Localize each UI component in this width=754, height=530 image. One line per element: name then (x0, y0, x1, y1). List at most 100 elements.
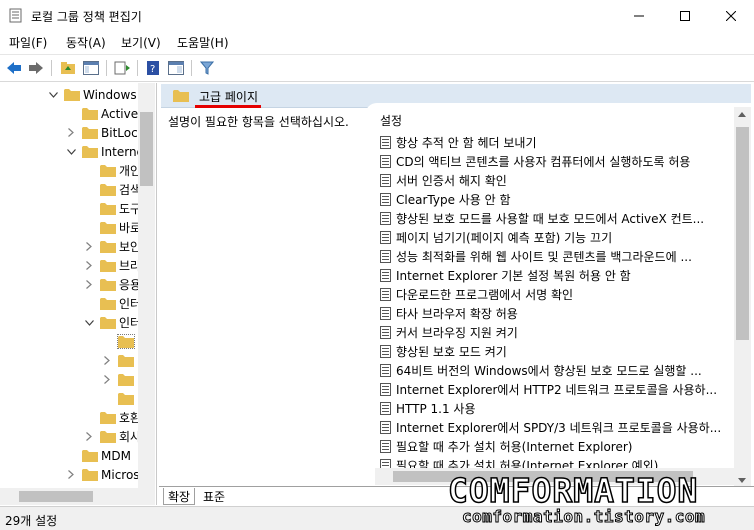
tree-item[interactable]: 도구 (84, 199, 141, 218)
policy-setting-icon (380, 231, 391, 244)
chevron-right-icon[interactable] (84, 242, 94, 252)
menu-help[interactable]: 도움말(H) (177, 34, 229, 51)
setting-row[interactable]: 항상 추적 안 함 헤더 보내기 (380, 133, 537, 152)
tree-item[interactable]: Windows (48, 85, 137, 104)
setting-row[interactable]: 페이지 넘기기(페이지 예측 포함) 기능 끄기 (380, 228, 612, 247)
scroll-thumb[interactable] (19, 491, 93, 502)
help-button[interactable]: ? (143, 58, 163, 78)
folder-icon (82, 469, 98, 481)
tree-item[interactable]: 응용 (84, 275, 141, 294)
tree-item[interactable] (102, 370, 137, 389)
chevron-down-icon[interactable] (84, 318, 94, 328)
forward-button[interactable] (26, 58, 46, 78)
policy-setting-icon (380, 193, 391, 206)
tree-item[interactable]: 인터 (84, 313, 141, 332)
setting-row[interactable]: 서버 인증서 해지 확인 (380, 171, 507, 190)
tree-item[interactable]: ActiveX (66, 104, 146, 123)
minimize-button[interactable] (616, 0, 662, 31)
setting-row[interactable]: 타사 브라우저 확장 허용 (380, 304, 518, 323)
tree-item[interactable]: 검색 (84, 180, 141, 199)
tab-extended[interactable]: 확장 (163, 488, 196, 505)
folder-icon (118, 374, 134, 386)
chevron-right-icon[interactable] (66, 128, 76, 138)
policy-setting-icon (380, 250, 391, 263)
action-pane-button[interactable] (166, 58, 186, 78)
menu-file[interactable]: 파일(F) (9, 34, 47, 51)
setting-label: Internet Explorer 기본 설정 복원 허용 안 함 (396, 269, 631, 283)
tree-item[interactable] (102, 332, 137, 351)
menu-view[interactable]: 보기(V) (121, 34, 161, 51)
setting-row[interactable]: Internet Explorer에서 SPDY/3 네트워크 프로토콜을 사용… (380, 418, 721, 437)
chevron-right-icon[interactable] (84, 261, 94, 271)
show-hide-tree-button[interactable] (81, 58, 101, 78)
maximize-button[interactable] (662, 0, 708, 31)
tree-item[interactable]: Micros (66, 465, 140, 484)
chevron-down-icon[interactable] (66, 147, 76, 157)
tree-horizontal-scrollbar[interactable] (0, 488, 155, 505)
tree-item[interactable]: MDM (66, 446, 131, 465)
close-button[interactable] (708, 0, 754, 31)
folder-icon (100, 279, 116, 291)
tree-item[interactable]: 회사 (84, 427, 141, 446)
setting-row[interactable]: ClearType 사용 안 함 (380, 190, 511, 209)
up-one-level-button[interactable] (58, 58, 78, 78)
settings-vertical-scrollbar[interactable] (734, 107, 751, 488)
tree-item[interactable]: 바로 (84, 218, 141, 237)
scroll-thumb[interactable] (393, 471, 693, 482)
scroll-up-icon[interactable] (738, 112, 746, 117)
setting-row[interactable]: 필요할 때 추가 설치 허용(Internet Explorer) (380, 437, 632, 456)
scroll-thumb[interactable] (140, 112, 153, 186)
setting-label: 향상된 보호 모드 켜기 (396, 345, 507, 359)
folder-icon (82, 127, 98, 139)
tree-item[interactable]: Interne (66, 142, 144, 161)
setting-row[interactable]: HTTP 1.1 사용 (380, 399, 476, 418)
toolbar-separator (51, 60, 52, 76)
setting-label: 향상된 보호 모드를 사용할 때 보호 모드에서 ActiveX 컨트... (396, 212, 705, 226)
tree-item[interactable]: 브라 (84, 256, 141, 275)
setting-row[interactable]: 커서 브라우징 지원 켜기 (380, 323, 518, 342)
setting-row[interactable]: 향상된 보호 모드 켜기 (380, 342, 507, 361)
column-header-setting[interactable]: 설정 (380, 112, 402, 129)
status-bar: 29개 설정 (0, 506, 754, 530)
settings-horizontal-scrollbar[interactable] (375, 468, 734, 485)
setting-row[interactable]: 64비트 버전의 Windows에서 향상된 보호 모드로 실행할 ... (380, 361, 702, 380)
svg-text:?: ? (150, 64, 155, 75)
policy-setting-icon (380, 288, 391, 301)
setting-row[interactable]: Internet Explorer에서 HTTP2 네트워크 프로토콜을 사용하… (380, 380, 717, 399)
folder-icon (100, 317, 116, 329)
chevron-right-icon[interactable] (66, 470, 76, 480)
tree-item[interactable] (102, 389, 137, 408)
setting-row[interactable]: Internet Explorer 기본 설정 복원 허용 안 함 (380, 266, 631, 285)
toolbar-separator (106, 60, 107, 76)
setting-row[interactable]: 성능 최적화를 위해 웹 사이트 및 콘텐츠를 백그라운드에 ... (380, 247, 692, 266)
tree-item[interactable]: 개인 (84, 161, 141, 180)
tree-item[interactable]: BitLock (66, 123, 145, 142)
setting-row[interactable]: CD의 액티브 콘텐츠를 사용자 컴퓨터에서 실행하도록 허용 (380, 152, 690, 171)
scroll-thumb[interactable] (736, 127, 749, 340)
export-list-button[interactable] (112, 58, 132, 78)
setting-label: 64비트 버전의 Windows에서 향상된 보호 모드로 실행할 ... (396, 364, 702, 378)
scroll-down-icon[interactable] (738, 478, 746, 483)
chevron-right-icon[interactable] (84, 432, 94, 442)
chevron-down-icon[interactable] (48, 90, 58, 100)
setting-label: 다운로드한 프로그램에서 서명 확인 (396, 288, 574, 302)
tree-item[interactable]: 인터 (84, 294, 141, 313)
setting-row[interactable]: 다운로드한 프로그램에서 서명 확인 (380, 285, 573, 304)
tree-item[interactable]: 보안 (84, 237, 141, 256)
chevron-right-icon[interactable] (84, 280, 94, 290)
chevron-right-icon[interactable] (102, 375, 112, 385)
filter-button[interactable] (197, 58, 217, 78)
tree-item[interactable]: 호환 (84, 408, 141, 427)
setting-row[interactable]: 향상된 보호 모드를 사용할 때 보호 모드에서 ActiveX 컨트... (380, 209, 704, 228)
tree-vertical-scrollbar[interactable] (138, 83, 155, 488)
back-button[interactable] (4, 58, 24, 78)
folder-icon (118, 393, 134, 405)
tree-item[interactable] (102, 351, 137, 370)
tab-standard[interactable]: 표준 (199, 488, 229, 505)
setting-label: 타사 브라우저 확장 허용 (396, 307, 518, 321)
menu-action[interactable]: 동작(A) (66, 34, 106, 51)
chevron-right-icon[interactable] (102, 356, 112, 366)
